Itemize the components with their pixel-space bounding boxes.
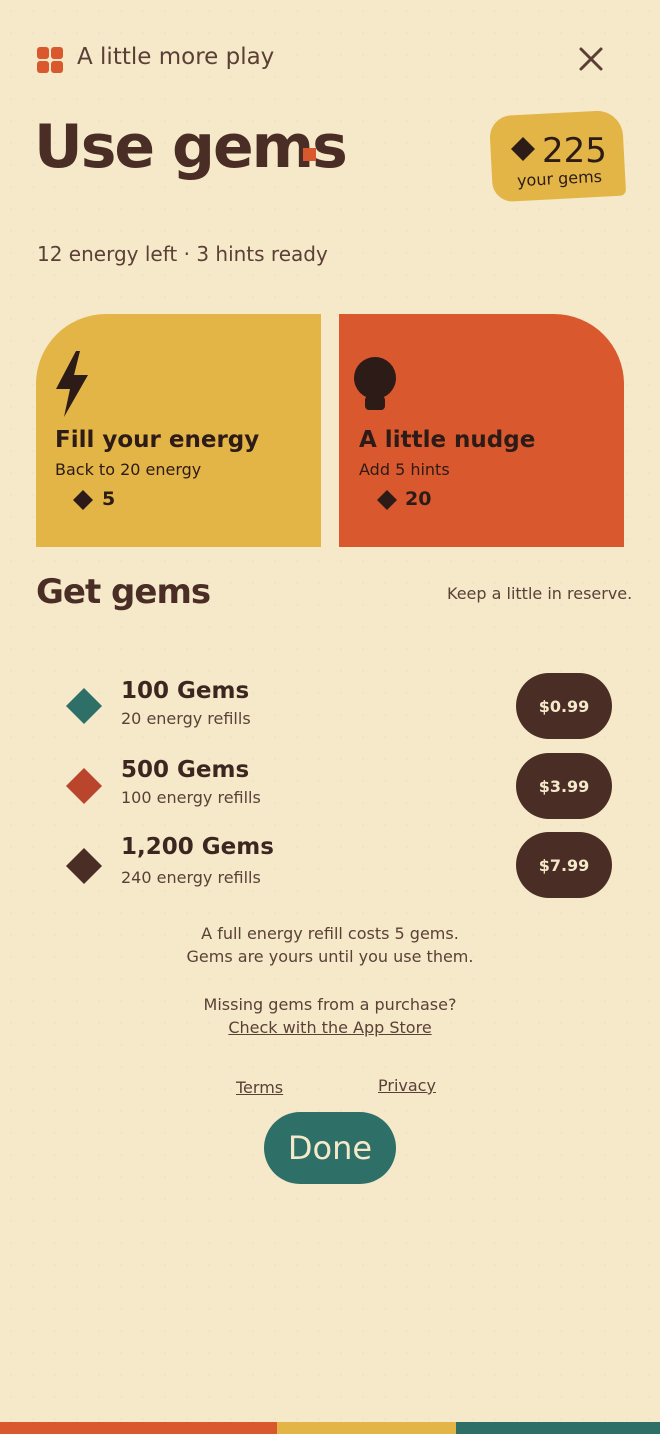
info-line: Missing gems from a purchase? <box>203 995 457 1014</box>
status-line: 12 energy left · 3 hints ready <box>37 242 328 266</box>
gem-icon <box>66 768 102 804</box>
close-button[interactable] <box>574 42 608 76</box>
get-gems-note: Keep a little in reserve. <box>447 584 633 603</box>
pack-description: 240 energy refills <box>121 868 261 887</box>
get-gems-title: Get gems <box>36 572 211 612</box>
close-icon <box>579 47 603 71</box>
footer-bar-orange <box>0 1422 277 1434</box>
buy-100-gems-button[interactable]: $0.99 <box>516 673 612 739</box>
gem-icon <box>377 490 397 510</box>
pack-name: 500 Gems <box>121 757 250 783</box>
terms-link[interactable]: Terms <box>236 1078 283 1097</box>
card-title: A little nudge <box>359 427 536 453</box>
gem-icon <box>511 137 535 161</box>
lightbulb-icon <box>354 357 396 410</box>
card-subtitle: Back to 20 energy <box>55 460 202 479</box>
page-title: Use gems <box>34 112 348 182</box>
pack-description: 100 energy refills <box>121 788 261 807</box>
info-line: Gems are yours until you use them. <box>186 947 474 966</box>
pack-name: 1,200 Gems <box>121 834 274 860</box>
lightning-icon <box>56 351 88 417</box>
info-line: A full energy refill costs 5 gems. <box>201 924 459 943</box>
footer-bar-teal <box>456 1422 660 1434</box>
gem-icon <box>73 490 93 510</box>
app-store-link[interactable]: Check with the App Store <box>228 1018 431 1037</box>
gem-balance-value: 225 <box>542 131 607 171</box>
done-button[interactable]: Done <box>264 1112 396 1184</box>
gem-icon <box>66 848 102 884</box>
gem-icon <box>66 688 102 724</box>
title-accent <box>303 148 316 161</box>
card-title: Fill your energy <box>55 427 260 453</box>
privacy-link[interactable]: Privacy <box>378 1076 436 1095</box>
card-price: 5 <box>102 488 116 510</box>
hint-nudge-card[interactable]: A little nudge Add 5 hints 20 <box>339 314 624 547</box>
card-price: 20 <box>405 488 432 510</box>
buy-500-gems-button[interactable]: $3.99 <box>516 753 612 819</box>
footer-bar-yellow <box>277 1422 456 1434</box>
fill-energy-card[interactable]: Fill your energy Back to 20 energy 5 <box>36 314 321 547</box>
buy-1200-gems-button[interactable]: $7.99 <box>516 832 612 898</box>
card-subtitle: Add 5 hints <box>359 460 450 479</box>
pack-name: 100 Gems <box>121 678 250 704</box>
app-logo-icon <box>37 47 63 73</box>
pack-description: 20 energy refills <box>121 709 251 728</box>
app-name: A little more play <box>77 44 275 70</box>
